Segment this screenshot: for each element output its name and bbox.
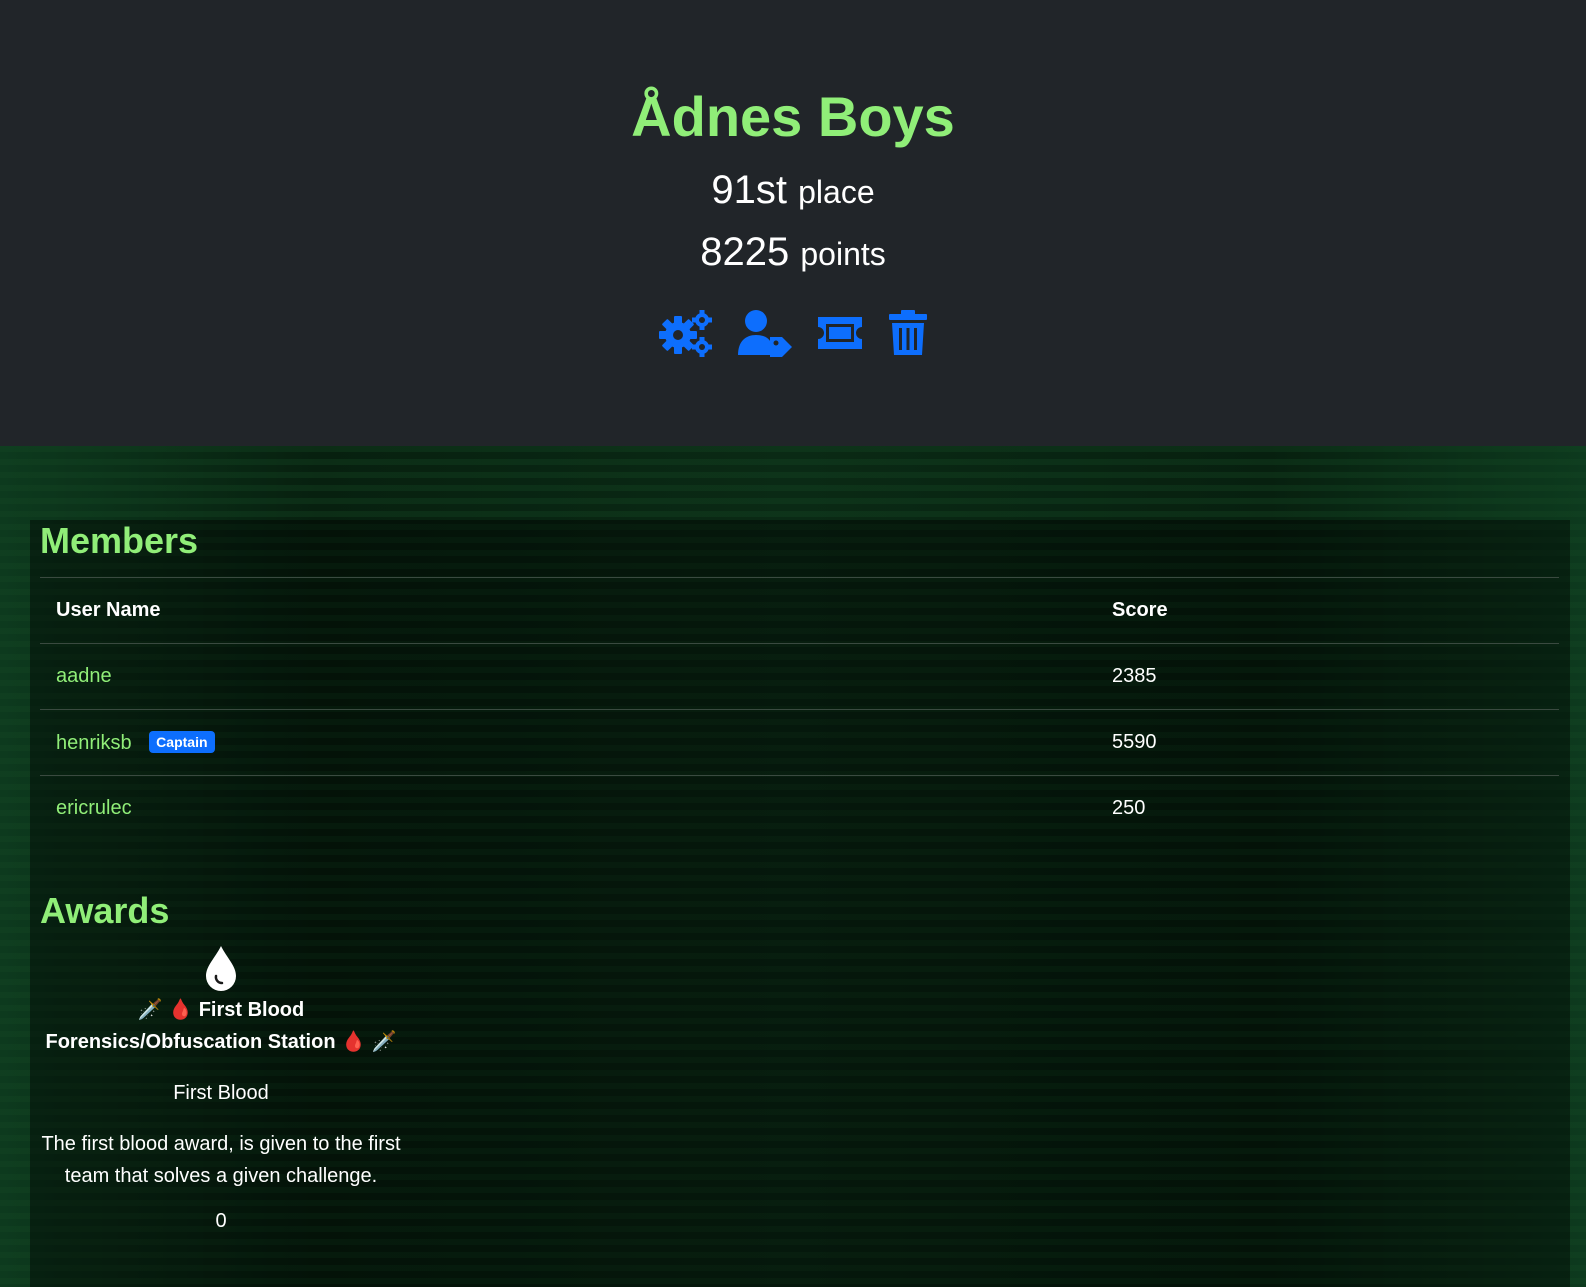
team-points: 8225 points (0, 230, 1586, 275)
points-suffix: points (800, 236, 886, 272)
member-user-cell: aadne (40, 643, 1096, 710)
member-user-cell: ericrulec (40, 775, 1096, 842)
table-row: aadne 2385 (40, 643, 1559, 710)
team-delete-button[interactable] (888, 308, 928, 358)
members-table: User Name Score aadne 2385 henriksb Capt… (40, 577, 1559, 842)
droplet-icon (206, 946, 236, 991)
member-score: 5590 (1096, 709, 1559, 776)
dagger-icon: 🗡️ (371, 1031, 397, 1053)
members-header-row: User Name Score (40, 577, 1559, 644)
place-number: 91st (711, 168, 787, 212)
place-suffix: place (798, 174, 875, 210)
member-link-ericrulec[interactable]: ericrulec (56, 797, 132, 819)
member-score: 2385 (1096, 643, 1559, 710)
team-captain-button[interactable] (736, 308, 792, 358)
award-name-line2: Forensics/Obfuscation Station (45, 1031, 336, 1053)
dagger-icon: 🗡️ (137, 999, 163, 1021)
team-place: 91st place (0, 168, 1586, 213)
member-score: 250 (1096, 775, 1559, 842)
captain-badge: Captain (149, 730, 215, 753)
blood-drop-icon: 🩸 (168, 999, 194, 1021)
award-name: 🗡️ 🩸 First Blood Forensics/Obfuscation S… (40, 994, 402, 1058)
members-title: Members (40, 520, 199, 561)
member-link-henriksb[interactable]: henriksb (56, 732, 132, 754)
team-invite-button[interactable] (814, 308, 866, 358)
settings-gears-icon (659, 310, 712, 357)
team-name: Ådnes Boys (631, 85, 955, 148)
table-row: henriksb Captain 5590 (40, 709, 1559, 776)
user-name-header: User Name (40, 577, 1096, 644)
award-description: The first blood award, is given to the f… (41, 1133, 401, 1187)
user-tag-icon (738, 310, 792, 357)
award-value: 0 (215, 1210, 227, 1232)
blood-drop-icon: 🩸 (341, 1031, 367, 1053)
member-user-cell: henriksb Captain (40, 709, 1096, 776)
award-card: 🗡️ 🩸 First Blood Forensics/Obfuscation S… (40, 944, 402, 1233)
awards-title: Awards (40, 890, 170, 931)
award-name-line1: First Blood (198, 999, 305, 1021)
trash-icon (889, 310, 927, 355)
team-header: Ådnes Boys 91st place 8225 points (0, 0, 1586, 446)
award-category: First Blood (173, 1082, 269, 1104)
points-number: 8225 (700, 230, 790, 274)
team-actions (0, 308, 1586, 358)
member-link-aadne[interactable]: aadne (56, 665, 112, 687)
score-header: Score (1096, 577, 1559, 644)
table-row: ericrulec 250 (40, 775, 1559, 842)
ticket-icon (818, 317, 862, 349)
team-settings-button[interactable] (658, 308, 714, 358)
